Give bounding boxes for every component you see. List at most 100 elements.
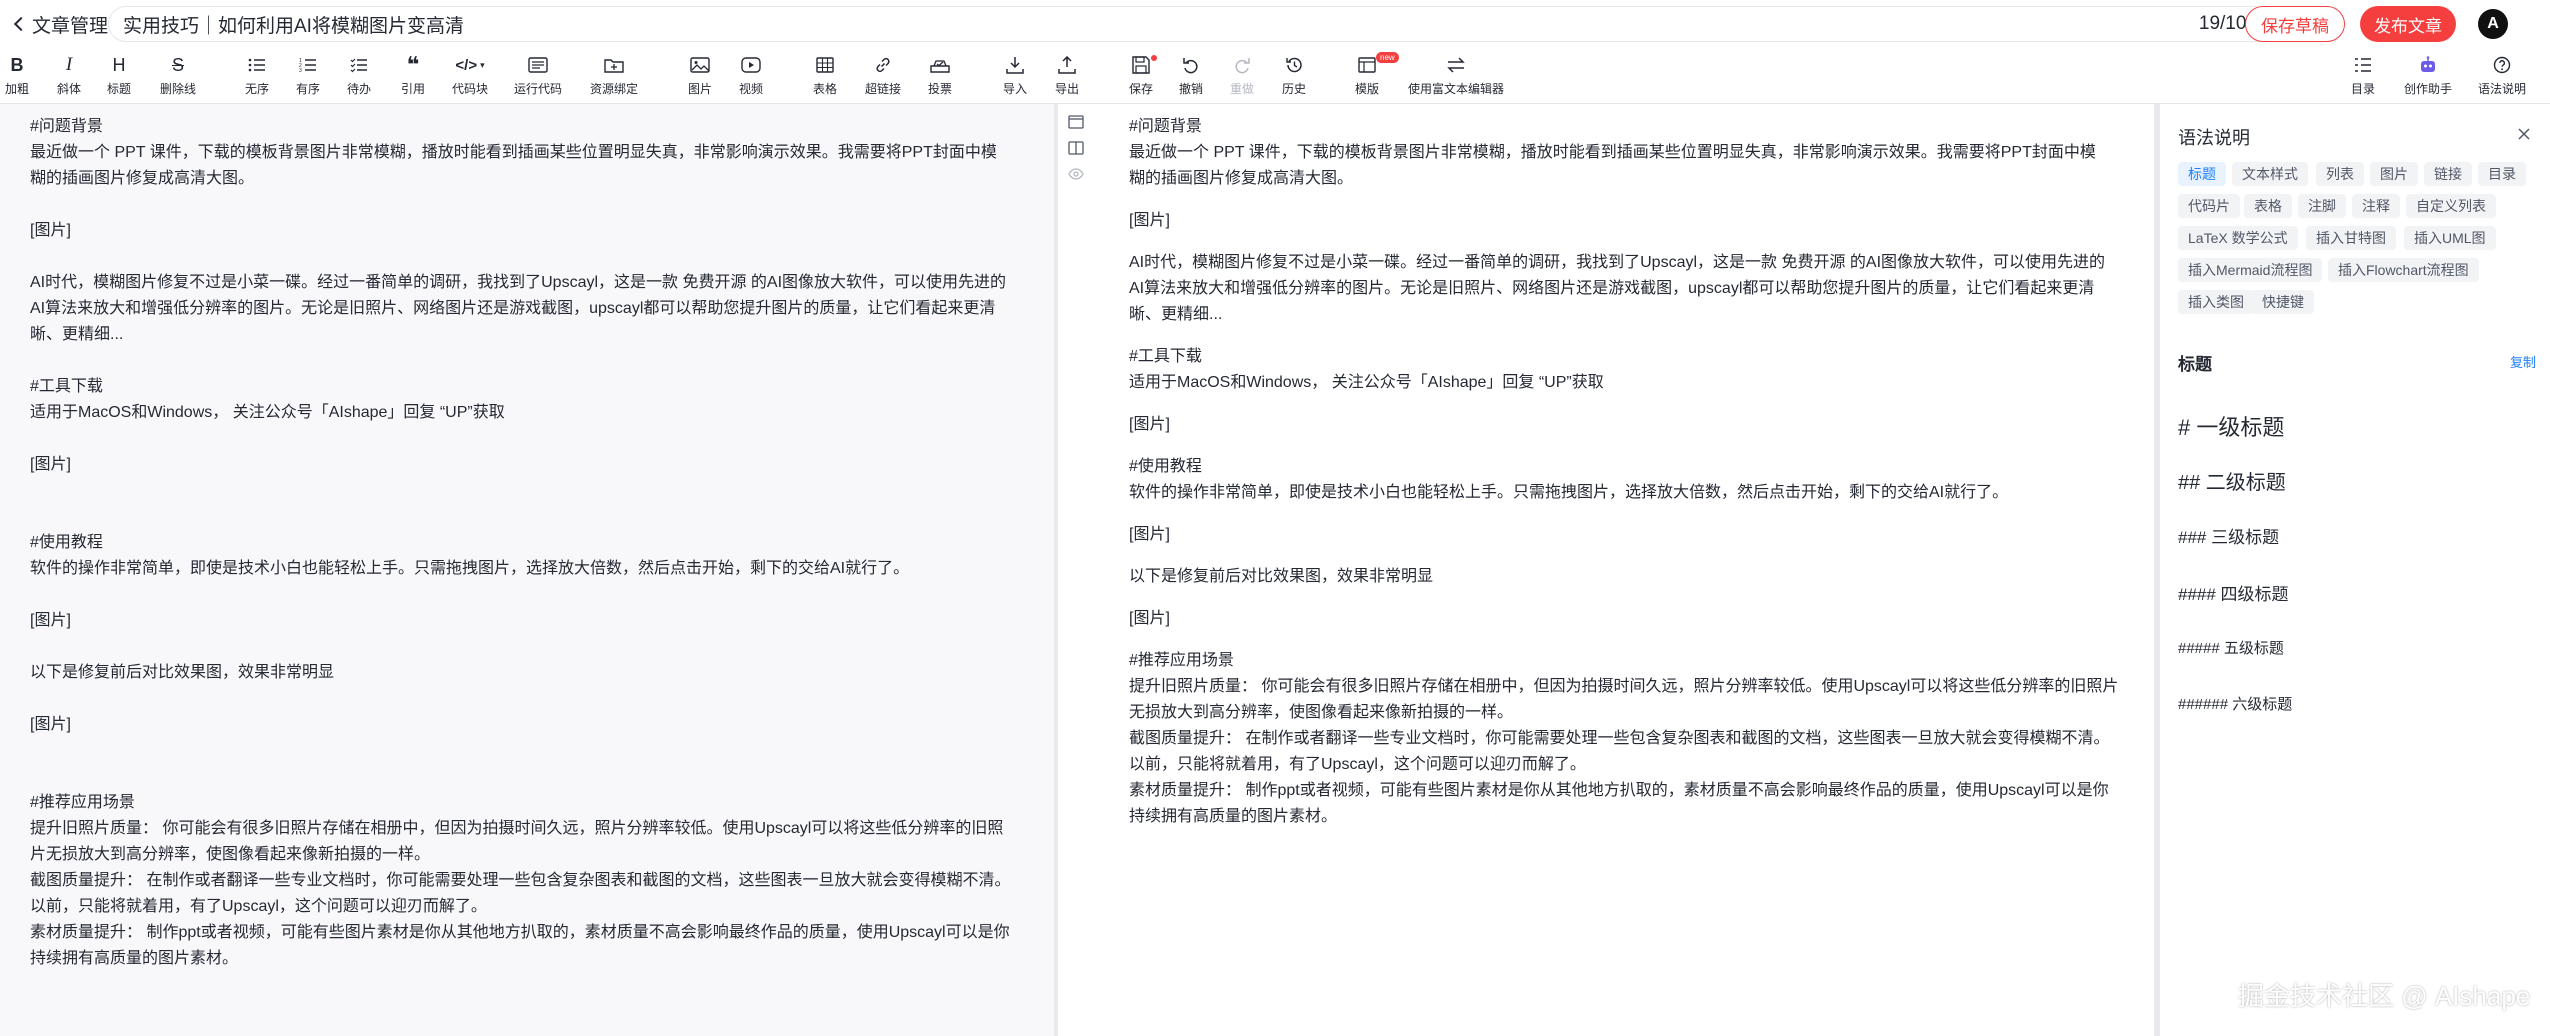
editor-line: 以下是修复前后对比效果图，效果非常明显 bbox=[30, 664, 335, 681]
syntax-tag[interactable]: 代码片 bbox=[2178, 194, 2240, 218]
article-title-box: 19/100 bbox=[108, 6, 2272, 42]
checklist-icon bbox=[350, 52, 368, 78]
preview-line: 素材质量提升： 制作ppt或者视频，可能有些图片素材是你从其他地方扒取的，素材质… bbox=[1129, 782, 2109, 799]
resource-binding-button[interactable]: 资源绑定 bbox=[588, 52, 640, 100]
syntax-tag[interactable]: 插入甘特图 bbox=[2306, 226, 2396, 250]
syntax-tag[interactable]: 自定义列表 bbox=[2406, 194, 2496, 218]
code-block-button[interactable]: </> ▾ 代码块 bbox=[448, 52, 492, 100]
editor-line: #工具下载 bbox=[30, 378, 103, 395]
editor-line: AI时代，模糊图片修复不过是小菜一碟。经过一番简单的调研，我找到了Upscayl… bbox=[30, 274, 1007, 291]
syntax-tag[interactable]: 插入Mermaid流程图 bbox=[2178, 258, 2323, 282]
syntax-help-button[interactable]: 语法说明 bbox=[2476, 52, 2528, 100]
syntax-tag[interactable]: 插入类图 bbox=[2178, 290, 2254, 314]
copy-button[interactable]: 复制 bbox=[2510, 352, 2536, 371]
italic-icon: I bbox=[65, 54, 73, 75]
italic-button[interactable]: I 斜体 bbox=[54, 52, 84, 100]
editor-line: 以前，只能将就着用，有了Upscayl，这个问题可以迎刃而解了。 bbox=[30, 898, 487, 915]
syntax-tag[interactable]: 目录 bbox=[2478, 162, 2526, 186]
close-icon[interactable] bbox=[2516, 126, 2532, 142]
preview-line: 以前，只能将就着用，有了Upscayl，这个问题可以迎刃而解了。 bbox=[1129, 756, 1586, 773]
section-title: 标题 bbox=[2178, 355, 2212, 374]
syntax-tag[interactable]: 插入Flowchart流程图 bbox=[2328, 258, 2479, 282]
split-view-icon[interactable] bbox=[1068, 140, 1084, 156]
syntax-tag[interactable]: 文本样式 bbox=[2232, 162, 2308, 186]
preview-line: AI算法来放大和增强低分辨率的图片。无论是旧照片、网络图片还是游戏截图，upsc… bbox=[1129, 280, 2095, 297]
editor-only-icon[interactable] bbox=[1068, 114, 1084, 130]
new-badge: new bbox=[1376, 52, 1399, 63]
syntax-tag[interactable]: 插入UML图 bbox=[2404, 226, 2496, 250]
template-button[interactable]: new 模版 bbox=[1352, 52, 1399, 100]
video-icon bbox=[741, 52, 761, 78]
insert-link-button[interactable]: 超链接 bbox=[863, 52, 903, 100]
export-button[interactable]: 导出 bbox=[1052, 52, 1082, 100]
vote-box-icon bbox=[930, 52, 950, 78]
syntax-tag[interactable]: 注脚 bbox=[2298, 194, 2346, 218]
editor-line: #问题背景 bbox=[30, 118, 103, 135]
markdown-editor[interactable]: #问题背景 最近做一个 PPT 课件，下载的模板背景图片非常模糊，播放时能看到插… bbox=[0, 104, 1054, 1036]
editor-line: 提升旧照片质量： 你可能会有很多旧照片存储在相册中，但因为拍摄时间久远，照片分辨… bbox=[30, 820, 1004, 837]
import-button[interactable]: 导入 bbox=[1000, 52, 1030, 100]
editor-line: 软件的操作非常简单，即使是技术小白也能轻松上手。只需拖拽图片，选择放大倍数，然后… bbox=[30, 560, 910, 577]
insert-video-button[interactable]: 视频 bbox=[736, 52, 766, 100]
syntax-tag[interactable]: 列表 bbox=[2316, 162, 2364, 186]
watermark: 掘金技术社区 @ AIshape bbox=[2238, 981, 2531, 1011]
editor-line: 片无损放大到高分辨率，使图像看起来像新拍摄的一样。 bbox=[30, 846, 431, 863]
history-button[interactable]: 历史 bbox=[1279, 52, 1309, 100]
preview-line: #问题背景 bbox=[1129, 118, 1202, 135]
switch-arrows-icon bbox=[1446, 52, 1466, 78]
heading-button[interactable]: H 标题 bbox=[104, 52, 134, 100]
editor-header: 文章管理 19/100 保存草稿 发布文章 A bbox=[0, 0, 2550, 48]
editor-line: [图片] bbox=[30, 716, 71, 733]
syntax-tag[interactable]: 标题 bbox=[2178, 162, 2226, 186]
unordered-list-button[interactable]: 无序 bbox=[242, 52, 272, 100]
insert-image-button[interactable]: 图片 bbox=[685, 52, 715, 100]
preview-line: [图片] bbox=[1129, 526, 1170, 543]
preview-line: AI时代，模糊图片修复不过是小菜一碟。经过一番简单的调研，我找到了Upscayl… bbox=[1129, 254, 2106, 271]
user-avatar[interactable]: A bbox=[2478, 9, 2508, 39]
strikethrough-button[interactable]: S 删除线 bbox=[156, 52, 200, 100]
preview-line: #工具下载 bbox=[1129, 348, 1202, 365]
syntax-tag[interactable]: LaTeX 数学公式 bbox=[2178, 226, 2298, 250]
insert-vote-button[interactable]: 投票 bbox=[925, 52, 955, 100]
editor-line: 晰、更精细... bbox=[30, 326, 124, 343]
preview-line: [图片] bbox=[1129, 212, 1170, 229]
rich-text-editor-toggle[interactable]: 使用富文本编辑器 bbox=[1406, 52, 1506, 100]
preview-line: [图片] bbox=[1129, 610, 1170, 627]
editor-line: 糊的插画图片修复成高清大图。 bbox=[30, 170, 255, 187]
todo-button[interactable]: 待办 bbox=[344, 52, 374, 100]
toc-button[interactable]: 目录 bbox=[2348, 52, 2378, 100]
back-to-article-management[interactable]: 文章管理 bbox=[12, 9, 108, 39]
syntax-tag[interactable]: 图片 bbox=[2370, 162, 2418, 186]
preview-line: 适用于MacOS和Windows， 关注公众号「AIshape」回复 “UP”获… bbox=[1129, 374, 1604, 391]
editor-line: 持续拥有高质量的图片素材。 bbox=[30, 950, 239, 967]
save-button[interactable]: 保存 bbox=[1126, 52, 1157, 100]
editor-line: 素材质量提升： 制作ppt或者视频，可能有些图片素材是你从其他地方扒取的，素材质… bbox=[30, 924, 1010, 941]
editor-line: #推荐应用场景 bbox=[30, 794, 135, 811]
syntax-tag[interactable]: 注释 bbox=[2352, 194, 2400, 218]
quote-button[interactable]: ❝ 引用 bbox=[398, 52, 428, 100]
preview-line: 截图质量提升： 在制作或者翻译一些专业文档时，你可能需要处理一些包含复杂图表和截… bbox=[1129, 730, 2110, 747]
ordered-list-button[interactable]: 123 有序 bbox=[293, 52, 323, 100]
bold-button[interactable]: B 加粗 bbox=[2, 52, 32, 100]
editor-line: 截图质量提升： 在制作或者翻译一些专业文档时，你可能需要处理一些包含复杂图表和截… bbox=[30, 872, 1011, 889]
editor-line: 最近做一个 PPT 课件，下载的模板背景图片非常模糊，播放时能看到插画某些位置明… bbox=[30, 144, 997, 161]
insert-table-button[interactable]: 表格 bbox=[810, 52, 840, 100]
article-title-input[interactable] bbox=[123, 13, 2189, 35]
syntax-tag[interactable]: 链接 bbox=[2424, 162, 2472, 186]
creation-assistant-button[interactable]: 创作助手 bbox=[2402, 52, 2454, 100]
redo-button[interactable]: 重做 bbox=[1227, 52, 1257, 100]
folder-icon bbox=[604, 52, 624, 78]
code-brackets-icon: </> ▾ bbox=[455, 56, 485, 74]
save-disk-icon bbox=[1132, 52, 1150, 78]
save-draft-button[interactable]: 保存草稿 bbox=[2245, 6, 2345, 42]
strikethrough-icon: S bbox=[171, 54, 184, 75]
preview-only-icon[interactable] bbox=[1068, 166, 1084, 182]
undo-button[interactable]: 撤销 bbox=[1176, 52, 1206, 100]
syntax-tag[interactable]: 表格 bbox=[2244, 194, 2292, 218]
syntax-tag[interactable]: 快捷键 bbox=[2252, 290, 2314, 314]
heading-example: ### 三级标题 bbox=[2178, 528, 2280, 547]
publish-article-button[interactable]: 发布文章 bbox=[2360, 6, 2456, 42]
bold-icon: B bbox=[10, 54, 24, 75]
template-icon bbox=[1358, 52, 1376, 78]
run-code-button[interactable]: 运行代码 bbox=[512, 52, 564, 100]
